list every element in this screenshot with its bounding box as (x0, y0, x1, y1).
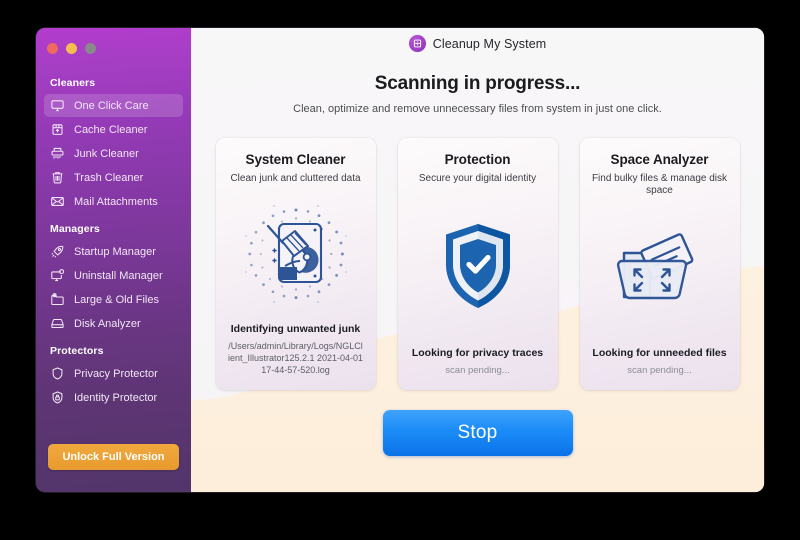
sidebar-item-one-click-care[interactable]: One Click Care (44, 94, 183, 117)
minimize-button[interactable] (66, 43, 77, 54)
card-title: System Cleaner (245, 152, 346, 167)
uninstall-monitor-icon (50, 268, 65, 283)
card-title: Protection (444, 152, 511, 167)
shield-check-icon (445, 224, 510, 308)
shield-icon (50, 366, 65, 381)
monitor-icon (50, 98, 65, 113)
sidebar-item-label: Identity Protector (74, 391, 158, 404)
sidebar-item-label: One Click Care (74, 99, 149, 112)
page-subtitle: Clean, optimize and remove unnecessary f… (293, 103, 662, 115)
stop-container: Stop (191, 410, 764, 456)
folder-clock-icon (50, 292, 65, 307)
rocket-icon (50, 244, 65, 259)
sidebar-item-identity-protector[interactable]: Identity Protector (44, 386, 183, 409)
card-footer: Looking for unneeded files scan pending.… (588, 347, 732, 378)
card-title: Space Analyzer (610, 152, 709, 167)
card-pending: scan pending... (445, 365, 510, 376)
page-title: Scanning in progress... (374, 73, 581, 94)
card-subtitle: Find bulky files & manage disk space (591, 173, 728, 196)
sidebar-item-trash-cleaner[interactable]: Trash Cleaner (44, 166, 183, 189)
sidebar-item-label: Trash Cleaner (74, 171, 144, 184)
app-window: Cleaners One Click Care Cache Cleaner Ju… (36, 28, 764, 492)
card-footer: Looking for privacy traces scan pending.… (406, 347, 550, 378)
card-illustration (406, 185, 550, 347)
sidebar-item-large-old-files[interactable]: Large & Old Files (44, 288, 183, 311)
sidebar-item-mail-attachments[interactable]: Mail Attachments (44, 190, 183, 213)
card-detail-path: /Users/admin/Library/Logs/NGLClient_Illu… (227, 340, 364, 375)
sidebar-group-title-cleaners: Cleaners (50, 77, 96, 89)
card-footer: Identifying unwanted junk /Users/admin/L… (224, 323, 368, 378)
card-illustration (224, 185, 368, 323)
main-inner: Cleanup My System Scanning in progress..… (191, 28, 764, 492)
cleanup-logo-icon (408, 35, 426, 52)
sidebar-item-label: Large & Old Files (74, 293, 159, 306)
sidebar-item-label: Junk Cleaner (74, 147, 139, 160)
sidebar-nav: Cleaners One Click Care Cache Cleaner Ju… (36, 54, 191, 409)
sidebar-item-label: Mail Attachments (74, 195, 158, 208)
sidebar-item-label: Privacy Protector (74, 367, 158, 380)
card-protection[interactable]: Protection Secure your digital identity (397, 138, 558, 390)
sidebar-item-junk-cleaner[interactable]: Junk Cleaner (44, 142, 183, 165)
disk-icon (50, 316, 65, 331)
sidebar-item-label: Startup Manager (74, 245, 156, 258)
broom-disk-icon (244, 204, 347, 303)
card-status: Looking for privacy traces (411, 347, 544, 359)
sidebar-item-cache-cleaner[interactable]: Cache Cleaner (44, 118, 183, 141)
app-title: Cleanup My System (432, 36, 547, 51)
card-pending: scan pending... (627, 365, 692, 376)
cache-box-icon (50, 122, 65, 137)
folder-expand-icon (616, 233, 693, 300)
lock-icon (50, 390, 65, 405)
shredder-icon (50, 146, 65, 161)
sidebar-item-disk-analyzer[interactable]: Disk Analyzer (44, 312, 183, 335)
page-heading: Scanning in progress... Clean, optimize … (191, 73, 764, 115)
card-status: Looking for unneeded files (592, 347, 727, 359)
maximize-button[interactable] (85, 43, 96, 54)
trash-icon (50, 170, 65, 185)
scan-cards: System Cleaner Clean junk and cluttered … (191, 138, 764, 390)
sidebar-item-label: Uninstall Manager (74, 269, 163, 282)
sidebar: Cleaners One Click Care Cache Cleaner Ju… (36, 28, 191, 492)
main-content: Cleanup My System Scanning in progress..… (191, 28, 764, 492)
card-space-analyzer[interactable]: Space Analyzer Find bulky files & manage… (579, 138, 740, 390)
card-subtitle: Clean junk and cluttered data (230, 173, 361, 184)
card-illustration (588, 197, 732, 347)
sidebar-item-privacy-protector[interactable]: Privacy Protector (44, 362, 183, 385)
envelope-icon (50, 194, 65, 209)
sidebar-item-label: Cache Cleaner (74, 123, 148, 136)
stop-button[interactable]: Stop (382, 410, 573, 456)
sidebar-item-uninstall-manager[interactable]: Uninstall Manager (44, 264, 183, 287)
unlock-full-version-button[interactable]: Unlock Full Version (48, 444, 179, 470)
close-button[interactable] (47, 43, 58, 54)
sidebar-group-title-protectors: Protectors (50, 345, 104, 357)
card-status: Identifying unwanted junk (230, 322, 361, 335)
unlock-container: Unlock Full Version (36, 444, 191, 470)
app-header: Cleanup My System (191, 28, 764, 59)
sidebar-item-label: Disk Analyzer (74, 317, 141, 330)
window-traffic-lights (36, 37, 191, 54)
card-system-cleaner[interactable]: System Cleaner Clean junk and cluttered … (215, 138, 376, 390)
card-subtitle: Secure your digital identity (418, 173, 537, 184)
sidebar-item-startup-manager[interactable]: Startup Manager (44, 240, 183, 263)
sidebar-group-title-managers: Managers (50, 223, 100, 235)
